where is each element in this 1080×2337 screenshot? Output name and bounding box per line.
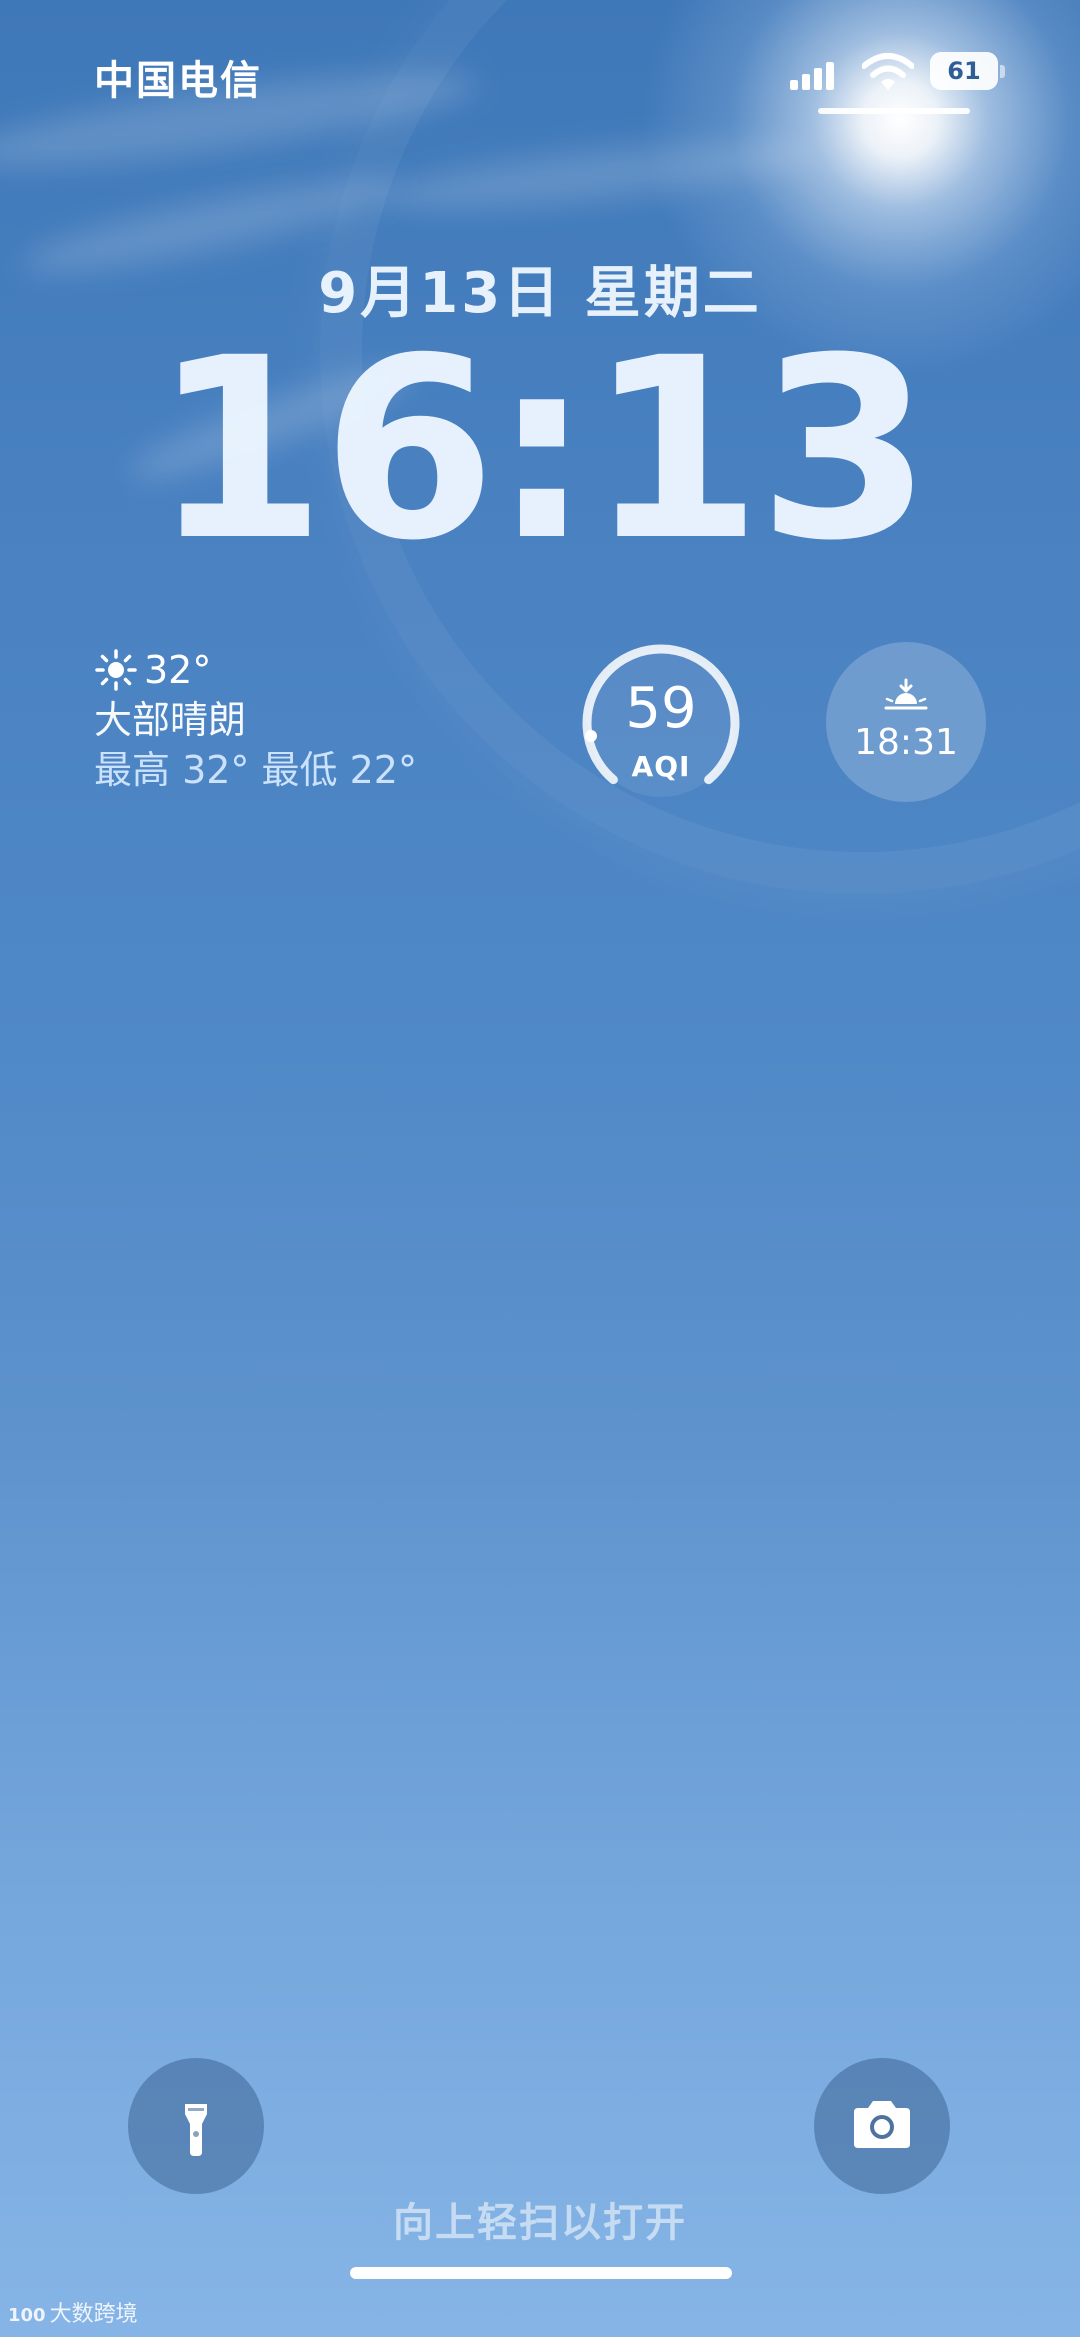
carrier-name: 中国电信 (94, 58, 262, 104)
flashlight-button[interactable] (128, 2058, 264, 2194)
lock-time: 16:13 (152, 304, 932, 595)
swipe-to-open-hint: 向上轻扫以打开 (393, 2200, 687, 2246)
sunset-icon (884, 678, 928, 710)
weather-temperature: 32° (144, 648, 212, 692)
aqi-label: AQI (631, 750, 691, 783)
sunset-time: 18:31 (854, 722, 958, 763)
watermark-logo: 100 (8, 2305, 46, 2326)
status-bar: 中国电信 61 (0, 0, 1080, 140)
sun-icon (95, 648, 137, 691)
battery-icon: 61 (930, 52, 1006, 92)
weather-widget[interactable]: 32° 大部晴朗 最高 32° 最低 22° (94, 645, 474, 795)
watermark: 100 大数跨境 (8, 2300, 138, 2330)
wifi-icon (862, 53, 914, 90)
aqi-widget[interactable]: 59 AQI (578, 640, 744, 806)
battery-level: 61 (947, 57, 981, 85)
flashlight-icon (185, 2104, 207, 2156)
sunset-widget[interactable]: 18:31 (826, 642, 986, 802)
camera-button[interactable] (814, 2058, 950, 2194)
home-indicator[interactable] (350, 2267, 732, 2279)
camera-icon (854, 2101, 910, 2148)
weather-range: 最高 32° 最低 22° (94, 748, 417, 792)
control-center-indicator[interactable] (818, 108, 970, 114)
watermark-text: 大数跨境 (49, 2302, 138, 2327)
cellular-signal-icon (790, 60, 836, 90)
aqi-value: 59 (625, 676, 697, 741)
weather-condition: 大部晴朗 (94, 698, 247, 742)
